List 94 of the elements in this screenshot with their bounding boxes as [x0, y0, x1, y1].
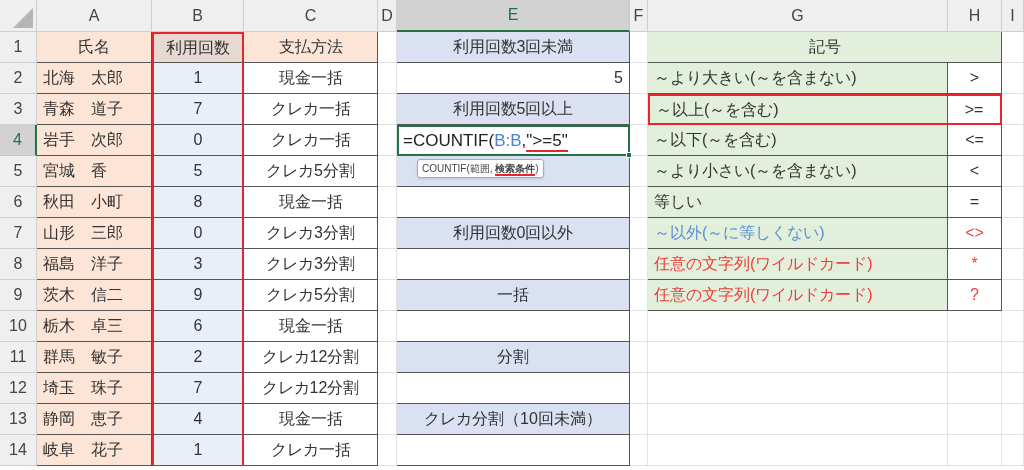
select-all-corner[interactable]	[0, 0, 37, 32]
header-cell: 支払方法	[244, 32, 378, 63]
table-cell: 山形 三郎	[37, 218, 152, 249]
table-cell: =	[948, 187, 1002, 218]
table-cell: ～より大きい(～を含まない)	[648, 63, 948, 94]
row-header[interactable]: 11	[0, 342, 37, 373]
row-header[interactable]: 10	[0, 311, 37, 342]
table-cell: ?	[948, 280, 1002, 311]
table-cell: 栃木 卓三	[37, 311, 152, 342]
table-cell: クレカ12分割	[244, 373, 378, 404]
row-header[interactable]: 12	[0, 373, 37, 404]
table-cell: 現金一括	[244, 187, 378, 218]
row-header[interactable]: 5	[0, 156, 37, 187]
table-cell: 6	[152, 311, 244, 342]
table-cell: クレカ3分割	[244, 218, 378, 249]
column-header[interactable]: I	[1002, 0, 1024, 32]
table-cell: 7	[152, 373, 244, 404]
column-header[interactable]: A	[37, 0, 152, 32]
table-cell: 4	[152, 404, 244, 435]
table-cell: 現金一括	[244, 311, 378, 342]
table-cell: 群馬 敏子	[37, 342, 152, 373]
table-cell: >=	[948, 94, 1002, 125]
label-cell: 利用回数0回以外	[397, 218, 630, 249]
table-cell: クレカ5分割	[244, 156, 378, 187]
triangle-icon	[13, 8, 33, 28]
label-cell: 一括	[397, 280, 630, 311]
table-cell: 岩手 次郎	[37, 125, 152, 156]
table-cell: >	[948, 63, 1002, 94]
row-header[interactable]: 3	[0, 94, 37, 125]
row-header[interactable]: 8	[0, 249, 37, 280]
table-cell: 岐阜 花子	[37, 435, 152, 466]
column-header[interactable]: G	[648, 0, 948, 32]
column-header[interactable]: E	[397, 0, 630, 32]
label-cell: 利用回数3回未満	[397, 32, 630, 63]
table-cell: 茨木 信二	[37, 280, 152, 311]
row-header[interactable]: 13	[0, 404, 37, 435]
row-header[interactable]: 9	[0, 280, 37, 311]
table-cell: 任意の文字列(ワイルドカード)	[648, 280, 948, 311]
row-header[interactable]: 2	[0, 63, 37, 94]
row-header[interactable]: 1	[0, 32, 37, 63]
table-cell: 5	[152, 156, 244, 187]
table-cell: 3	[152, 249, 244, 280]
table-cell: 0	[152, 218, 244, 249]
row-header[interactable]: 6	[0, 187, 37, 218]
table-cell: 宮城 香	[37, 156, 152, 187]
table-cell: 現金一括	[244, 63, 378, 94]
table-cell: 8	[152, 187, 244, 218]
table-cell: <=	[948, 125, 1002, 156]
table-cell: 埼玉 珠子	[37, 373, 152, 404]
header-cell: 氏名	[37, 32, 152, 63]
table-cell: 青森 道子	[37, 94, 152, 125]
header-cell: 記号	[648, 32, 1002, 63]
fill-handle[interactable]	[626, 152, 632, 158]
table-cell: ～より小さい(～を含まない)	[648, 156, 948, 187]
table-cell: 北海 太郎	[37, 63, 152, 94]
table-cell: <>	[948, 218, 1002, 249]
table-cell: 任意の文字列(ワイルドカード)	[648, 249, 948, 280]
table-cell: 0	[152, 125, 244, 156]
table-cell: クレカ12分割	[244, 342, 378, 373]
table-cell: *	[948, 249, 1002, 280]
table-cell: クレカ5分割	[244, 280, 378, 311]
column-header[interactable]: H	[948, 0, 1002, 32]
column-header[interactable]: F	[630, 0, 648, 32]
table-cell: クレカ一括	[244, 94, 378, 125]
column-header[interactable]: D	[378, 0, 397, 32]
row-header[interactable]: 4	[0, 125, 37, 156]
table-cell: クレカ3分割	[244, 249, 378, 280]
row-header[interactable]: 14	[0, 435, 37, 466]
table-cell: 5	[397, 63, 630, 94]
table-cell: ～以上(～を含む)	[648, 94, 948, 125]
table-cell: 9	[152, 280, 244, 311]
table-cell: 1	[152, 435, 244, 466]
formula-text: =COUNTIF(B:B,">=5"	[402, 129, 568, 154]
table-cell: <	[948, 156, 1002, 187]
table-cell: 7	[152, 94, 244, 125]
table-cell: 現金一括	[244, 404, 378, 435]
function-tooltip: COUNTIF(範囲, 検索条件)	[417, 159, 544, 178]
table-cell: 福島 洋子	[37, 249, 152, 280]
table-cell: 秋田 小町	[37, 187, 152, 218]
table-cell: 1	[152, 63, 244, 94]
label-cell: クレカ分割（10回未満）	[397, 404, 630, 435]
table-cell: クレカ一括	[244, 435, 378, 466]
label-cell: 分割	[397, 342, 630, 373]
table-cell: 2	[152, 342, 244, 373]
row-header[interactable]: 7	[0, 218, 37, 249]
table-cell: クレカ一括	[244, 125, 378, 156]
column-header[interactable]: C	[244, 0, 378, 32]
label-cell: 利用回数5回以上	[397, 94, 630, 125]
table-cell: 等しい	[648, 187, 948, 218]
column-header[interactable]: B	[152, 0, 244, 32]
table-cell: ～以下(～を含む)	[648, 125, 948, 156]
table-cell: 静岡 恵子	[37, 404, 152, 435]
header-cell: 利用回数	[152, 32, 244, 63]
table-cell: ～以外(～に等しくない)	[648, 218, 948, 249]
